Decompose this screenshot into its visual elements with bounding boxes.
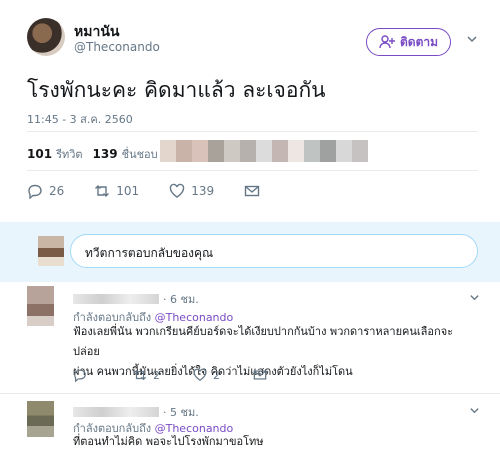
like-action[interactable]: 2	[193, 368, 223, 382]
reply-meta: · 6 ชม.	[73, 290, 199, 308]
timestamp[interactable]: 11:45 - 3 ส.ค. 2560	[27, 110, 133, 128]
avatar	[38, 236, 64, 266]
retweet-stat[interactable]: 101 รีทวิต	[27, 145, 83, 163]
retweet-action[interactable]: 2	[133, 368, 163, 382]
reply-tweet[interactable]: · 5 ชม. กำลังตอบกลับถึง @Theconando ที่ต…	[0, 395, 500, 475]
envelope-icon	[253, 370, 267, 380]
chevron-down-icon[interactable]	[469, 405, 480, 416]
reply-tweet[interactable]: · 6 ชม. กำลังตอบกลับถึง @Theconando ฟ้อง…	[0, 282, 500, 394]
retweet-action[interactable]: 101	[94, 183, 139, 199]
dm-action[interactable]	[253, 368, 283, 382]
reply-input[interactable]: ทวีตการตอบกลับของคุณ	[70, 234, 478, 268]
reply-actions: 2 2	[73, 368, 313, 382]
engagement-stats: 101 รีทวิต 139 ชื่นชอบ	[27, 145, 168, 163]
avatar[interactable]	[27, 401, 54, 437]
reply-icon	[28, 184, 42, 199]
dm-action[interactable]	[244, 183, 260, 199]
divider	[27, 131, 478, 132]
envelope-icon	[244, 185, 260, 197]
add-user-icon	[379, 35, 395, 49]
reply-text: ที่ตอนทำไม่คิด พอจะไปโรงพักมาขอโทษ	[73, 435, 264, 448]
retweet-icon	[95, 185, 110, 197]
retweet-icon	[133, 369, 147, 381]
avatar[interactable]	[27, 286, 54, 326]
reply-time[interactable]: · 6 ชม.	[163, 290, 199, 308]
chevron-down-icon[interactable]	[469, 292, 480, 303]
avatar[interactable]	[27, 18, 65, 56]
reply-icon	[74, 369, 86, 382]
reply-action[interactable]: 26	[27, 183, 64, 199]
reply-action[interactable]	[73, 368, 103, 382]
heart-icon	[169, 183, 185, 198]
user-handle[interactable]: @Theconando	[74, 40, 160, 54]
blurred-username[interactable]	[73, 294, 159, 304]
reply-composer: ทวีตการตอบกลับของคุณ	[0, 222, 500, 282]
follow-label: ติดตาม	[399, 34, 439, 49]
like-stat[interactable]: 139 ชื่นชอบ	[93, 145, 158, 163]
like-action[interactable]: 139	[169, 183, 214, 199]
divider	[27, 170, 478, 171]
liker-avatars[interactable]	[160, 140, 370, 162]
main-tweet: หมานัน @Theconando ติดตาม โรงพักนะคะ คิด…	[0, 0, 500, 222]
tweet-text: โรงพักนะคะ คิดมาแล้ว ละเจอกัน	[27, 78, 326, 102]
follow-button[interactable]: ติดตาม	[366, 28, 451, 56]
blurred-username[interactable]	[73, 407, 159, 417]
heart-icon	[193, 368, 207, 381]
chevron-down-icon[interactable]	[466, 33, 478, 45]
tweet-actions: 26 101 139	[27, 183, 290, 199]
